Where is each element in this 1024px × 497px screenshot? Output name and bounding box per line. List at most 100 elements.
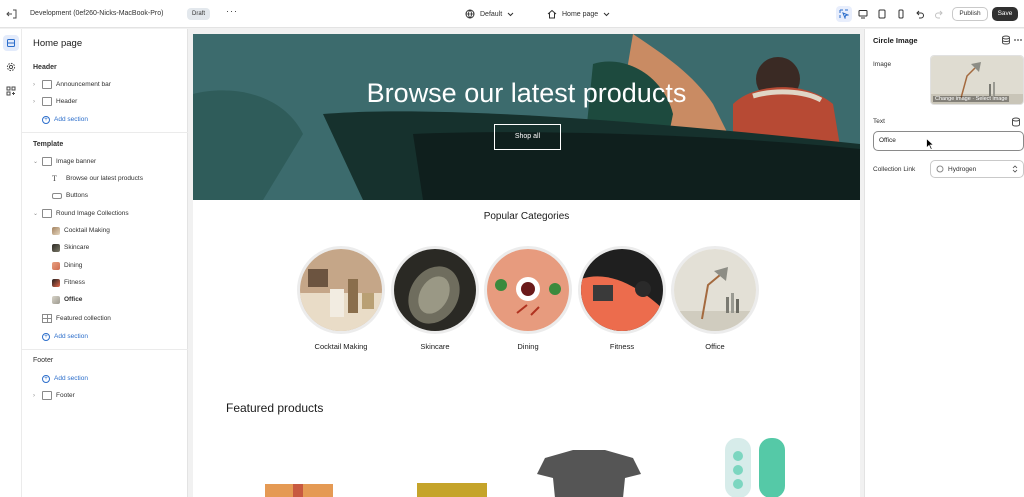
apps-icon: [6, 86, 16, 96]
sections-rail-button[interactable]: [3, 35, 19, 51]
sidebar-item-label: Skincare: [64, 244, 90, 251]
plus-circle-icon: +: [42, 374, 50, 383]
sidebar-item-image-banner[interactable]: ⌄ Image banner: [33, 155, 96, 168]
collection-skincare[interactable]: Skincare: [391, 246, 479, 351]
inspector-toggle[interactable]: [836, 6, 852, 22]
collection-dining[interactable]: Dining: [484, 246, 572, 351]
grid-icon: [42, 314, 52, 323]
home-icon: [547, 9, 557, 19]
add-section-label: Add section: [54, 333, 88, 340]
more-horizontal-icon[interactable]: [1013, 35, 1023, 45]
buttons-icon: [52, 192, 62, 199]
undo-icon: [916, 10, 924, 19]
theme-selector[interactable]: Default: [465, 8, 514, 20]
collection-cocktail-making[interactable]: Cocktail Making: [297, 246, 385, 351]
sidebar-item-label: Featured collection: [56, 315, 111, 322]
cocktail-thumbnail: [52, 226, 60, 235]
collection-label: Cocktail Making: [314, 342, 368, 351]
banner-illustration: [193, 34, 860, 200]
sidebar-item-skincare[interactable]: Skincare: [52, 241, 89, 254]
mobile-view-button[interactable]: [893, 6, 909, 22]
section-icon: [42, 391, 52, 400]
chevron-down-icon[interactable]: ⌄: [33, 158, 42, 165]
redo-button[interactable]: [931, 6, 947, 22]
divider: [22, 349, 188, 350]
view-tools: [836, 6, 947, 22]
image-field-label: Image: [873, 61, 892, 68]
add-section-template[interactable]: + Add section: [42, 330, 88, 343]
sidebar-item-label: Office: [64, 296, 83, 303]
sidebar-item-featured-collection[interactable]: Featured collection: [33, 312, 111, 325]
sidebar-item-cocktail-making[interactable]: Cocktail Making: [52, 224, 110, 237]
sidebar-item-heading-block[interactable]: T Browse our latest products: [52, 172, 143, 185]
dining-thumbnail: [52, 261, 60, 270]
sidebar-item-label: Announcement bar: [56, 81, 111, 88]
sidebar-item-label: Round Image Collections: [56, 210, 129, 217]
divider: [22, 132, 188, 133]
desktop-view-button[interactable]: [855, 6, 871, 22]
mouse-cursor-icon: [926, 138, 934, 150]
database-icon[interactable]: [1001, 35, 1011, 45]
undo-button[interactable]: [912, 6, 928, 22]
exit-icon[interactable]: [6, 8, 18, 20]
chevron-right-icon[interactable]: ›: [33, 82, 42, 88]
globe-icon: [465, 9, 475, 19]
icon-rail: [0, 29, 22, 497]
sidebar-item-label: Footer: [56, 392, 75, 399]
collection-image: [578, 246, 666, 334]
collection-image: [484, 246, 572, 334]
page-selector-label: Home page: [562, 10, 599, 18]
image-banner[interactable]: Browse our latest products Shop all: [193, 34, 860, 200]
more-actions-button[interactable]: ···: [226, 6, 238, 16]
sidebar-title: Home page: [33, 38, 83, 49]
collection-link-label: Collection Link: [873, 166, 916, 173]
skincare-thumbnail: [52, 243, 60, 252]
collection-fitness[interactable]: Fitness: [578, 246, 666, 351]
sidebar-item-label: Dining: [64, 262, 83, 269]
theme-selector-label: Default: [480, 10, 503, 18]
plus-circle-icon: +: [42, 115, 50, 124]
collection-link-select[interactable]: Hydrogen: [930, 160, 1024, 178]
apps-rail-button[interactable]: [3, 83, 19, 99]
chevron-down-icon: [507, 12, 514, 16]
sidebar-item-office[interactable]: Office: [52, 293, 82, 306]
featured-products-row: [265, 438, 785, 497]
sidebar-item-fitness[interactable]: Fitness: [52, 276, 85, 289]
sidebar-item-label: Buttons: [66, 192, 89, 199]
text-input[interactable]: Office: [873, 131, 1024, 151]
collection-office[interactable]: Office: [671, 246, 759, 351]
categories-heading: Popular Categories: [483, 211, 570, 222]
store-preview[interactable]: Browse our latest products Shop all Popu…: [193, 34, 860, 497]
footer-group-label: Footer: [33, 357, 54, 364]
add-section-header[interactable]: + Add section: [42, 113, 88, 126]
page-selector[interactable]: Home page: [547, 8, 610, 20]
image-picker[interactable]: Change image · Select image: [930, 55, 1024, 105]
save-button[interactable]: Save: [992, 7, 1018, 21]
settings-rail-button[interactable]: [3, 59, 19, 75]
collection-label: Fitness: [609, 342, 635, 351]
sidebar-item-footer[interactable]: › Footer: [33, 389, 75, 402]
chevron-down-icon[interactable]: ⌄: [33, 210, 42, 217]
collection-label: Skincare: [420, 342, 450, 351]
add-section-footer[interactable]: + Add section: [42, 372, 88, 385]
hero-title: Browse our latest products: [366, 78, 687, 108]
database-icon[interactable]: [1011, 117, 1021, 127]
tablet-view-button[interactable]: [874, 6, 890, 22]
publish-button[interactable]: Publish: [952, 7, 988, 21]
sections-icon: [7, 39, 15, 47]
desktop-icon: [858, 10, 868, 19]
office-thumbnail: [52, 295, 60, 304]
sidebar-item-dining[interactable]: Dining: [52, 259, 82, 272]
chevron-right-icon[interactable]: ›: [33, 393, 42, 399]
sidebar-item-announcement-bar[interactable]: › Announcement bar: [33, 78, 111, 91]
sidebar-item-header[interactable]: › Header: [33, 95, 77, 108]
panel-title: Circle Image: [873, 36, 918, 45]
section-icon: [42, 97, 52, 106]
sidebar-item-buttons-block[interactable]: Buttons: [52, 189, 88, 202]
status-badge: Draft: [187, 8, 211, 20]
sidebar-item-round-image-collections[interactable]: ⌄ Round Image Collections: [33, 207, 129, 220]
chevron-up-down-icon: [1012, 165, 1018, 173]
text-field-label: Text: [873, 118, 885, 125]
chevron-right-icon[interactable]: ›: [33, 99, 42, 105]
shop-all-button[interactable]: Shop all: [494, 124, 561, 150]
